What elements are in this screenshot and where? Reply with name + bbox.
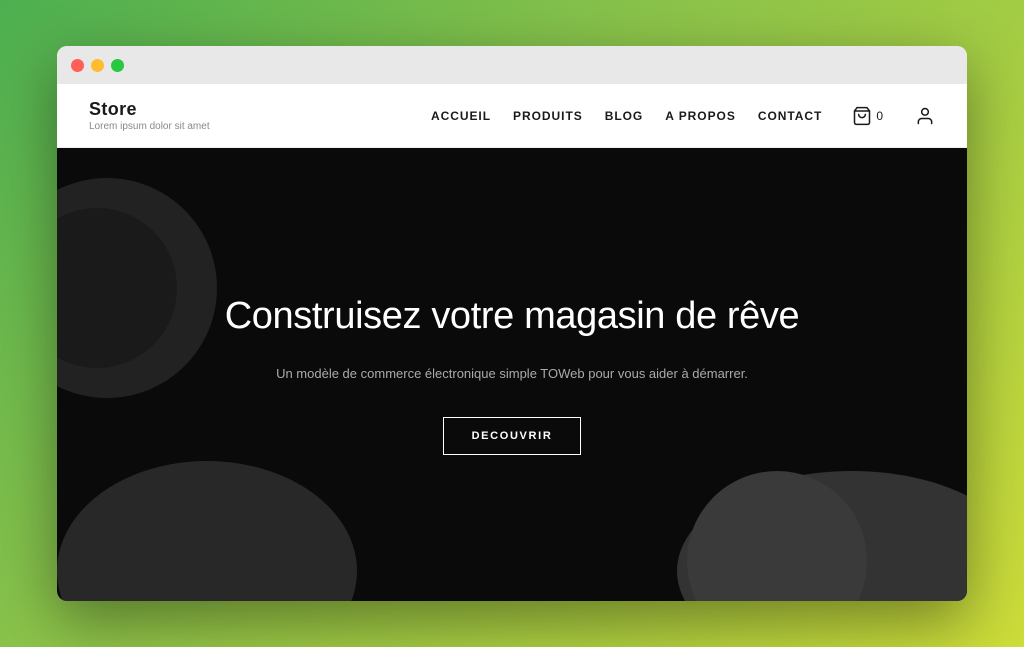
user-icon[interactable] [915,106,935,126]
title-bar [57,46,967,84]
nav-item-contact[interactable]: CONTACT [758,109,823,123]
hero-cta-button[interactable]: DECOUVRIR [443,417,582,455]
site-nav: ACCUEIL PRODUITS BLOG A PROPOS CONTACT 0 [431,106,935,126]
nav-item-produits[interactable]: PRODUITS [513,109,583,123]
cart-icon [852,106,872,126]
nav-item-apropos[interactable]: A PROPOS [665,109,736,123]
nav-item-accueil[interactable]: ACCUEIL [431,109,491,123]
deco-circle-3 [57,461,357,601]
site-header: Store Lorem ipsum dolor sit amet ACCUEIL… [57,84,967,148]
nav-item-blog[interactable]: BLOG [605,109,644,123]
site-name: Store [89,99,210,120]
cart-button[interactable]: 0 [852,106,883,126]
site-logo: Store Lorem ipsum dolor sit amet [89,99,210,132]
maximize-button[interactable] [111,59,124,72]
hero-title: Construisez votre magasin de rêve [225,294,800,340]
site-tagline: Lorem ipsum dolor sit amet [89,121,210,132]
hero-subtitle: Un modèle de commerce électronique simpl… [225,364,800,385]
hero-section: Construisez votre magasin de rêve Un mod… [57,148,967,601]
close-button[interactable] [71,59,84,72]
browser-content: Store Lorem ipsum dolor sit amet ACCUEIL… [57,84,967,601]
browser-window: Store Lorem ipsum dolor sit amet ACCUEIL… [57,46,967,601]
cart-count: 0 [876,109,883,123]
minimize-button[interactable] [91,59,104,72]
hero-content: Construisez votre magasin de rêve Un mod… [185,294,840,454]
